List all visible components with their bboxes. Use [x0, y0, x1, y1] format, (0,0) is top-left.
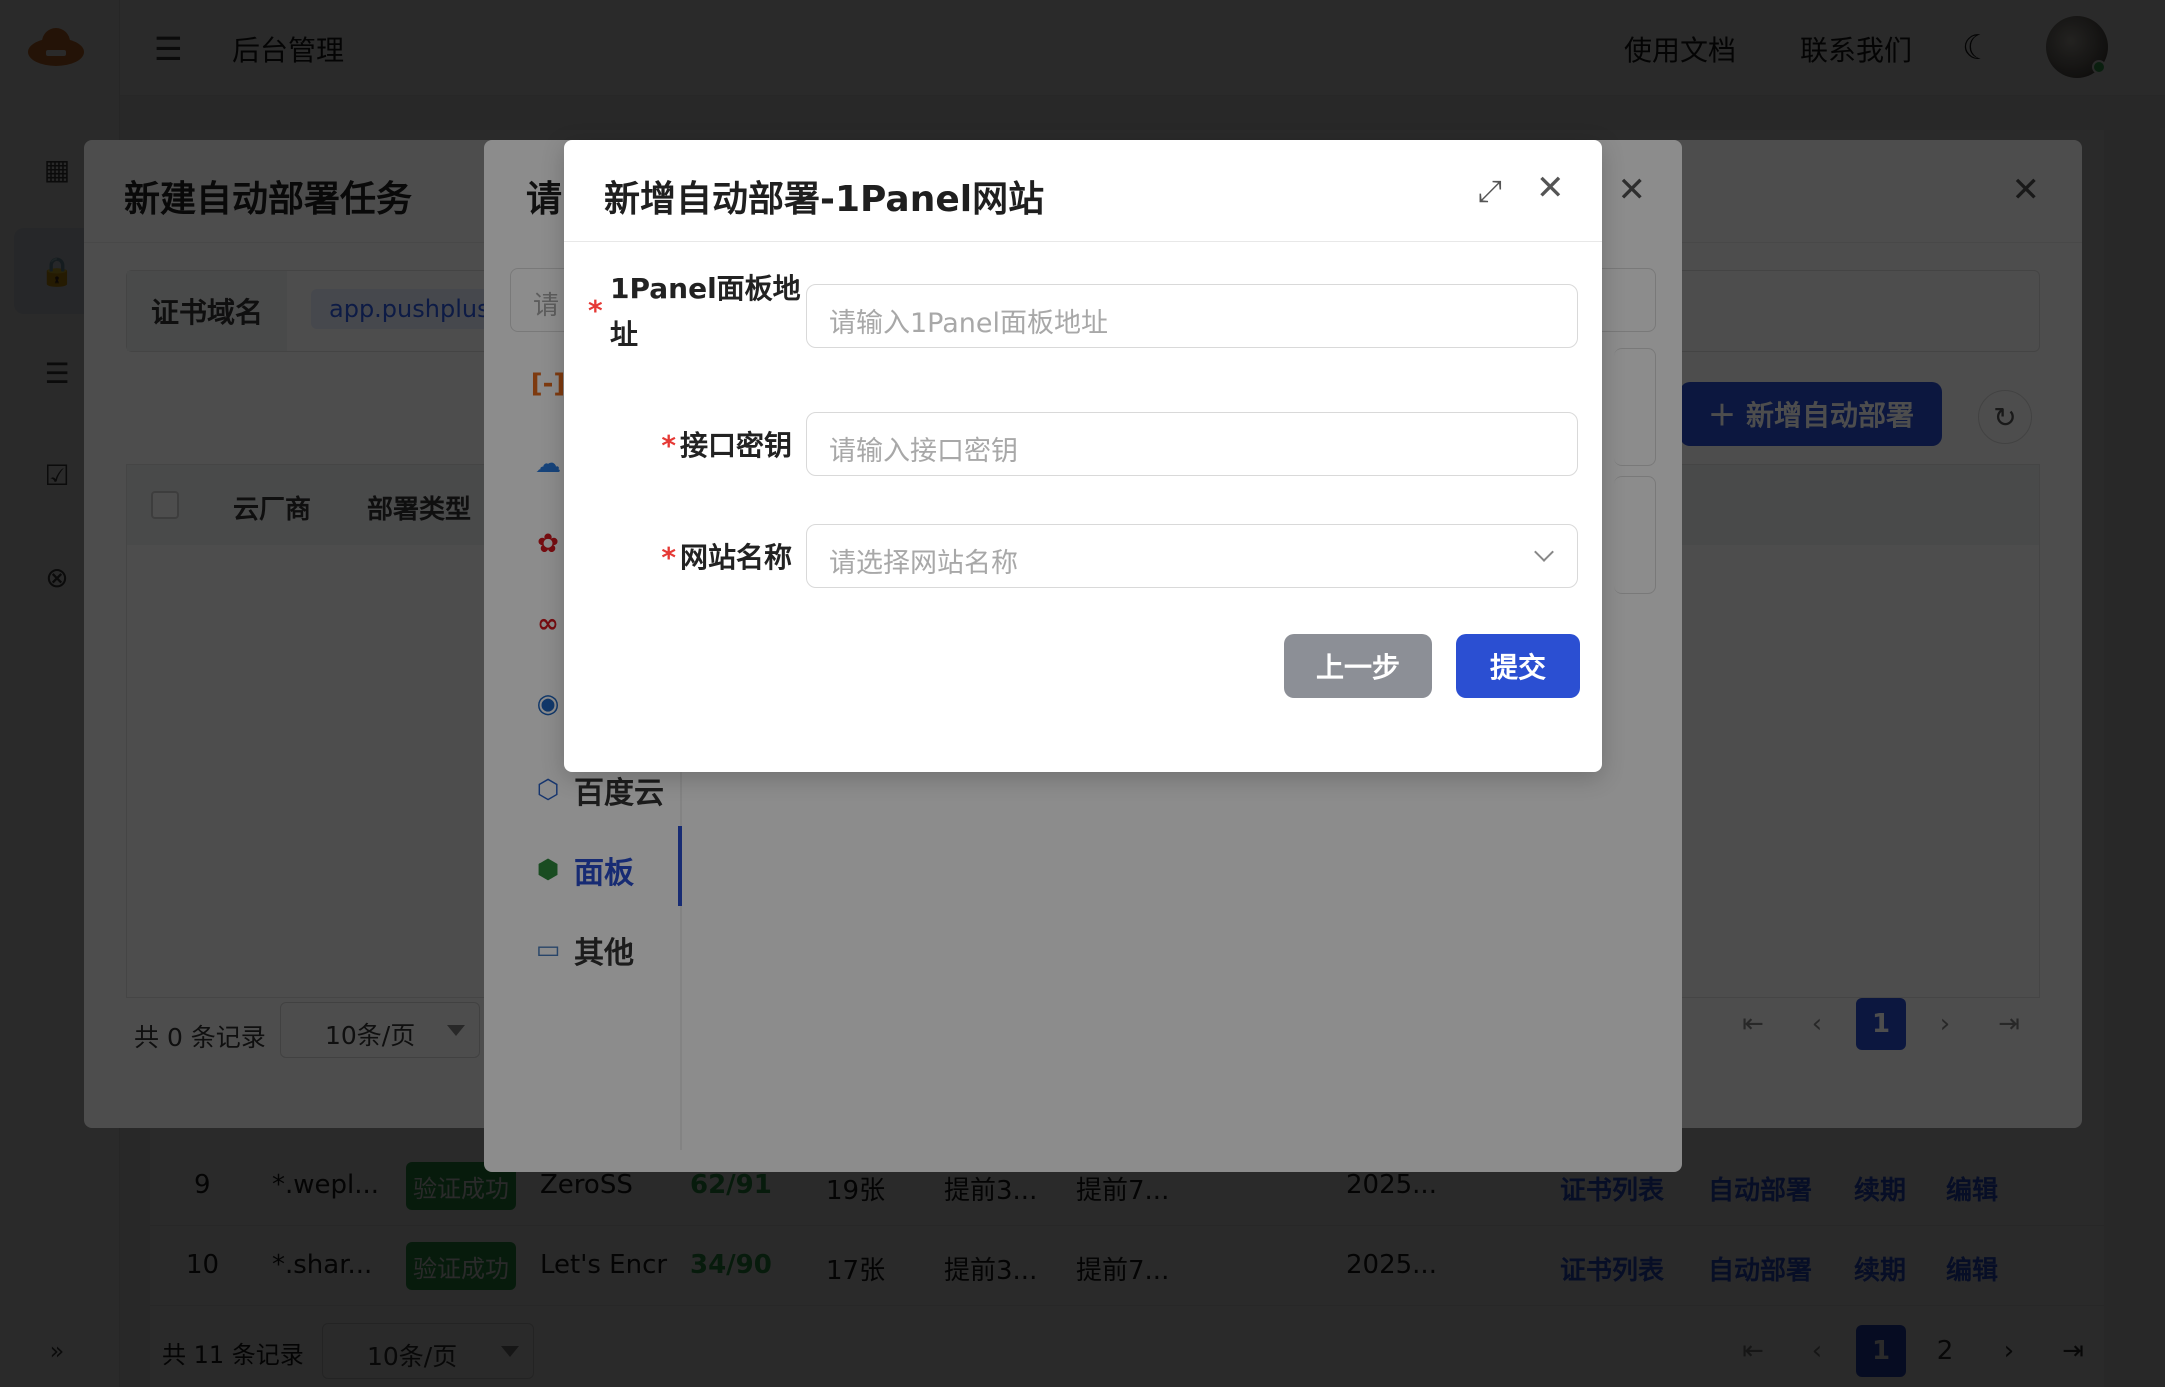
panel-url-label: * 1Panel面板地 址 [588, 272, 801, 351]
site-name-select[interactable]: 请选择网站名称 [806, 524, 1578, 588]
submit-button[interactable]: 提交 [1456, 634, 1580, 698]
site-name-label: * 网站名称 [661, 541, 792, 574]
dialog-header: 新增自动部署-1Panel网站 ⤢ ✕ [564, 140, 1602, 242]
api-key-input[interactable]: 请输入接口密钥 [806, 412, 1578, 476]
fullscreen-icon[interactable]: ⤢ [1478, 174, 1502, 209]
add-1panel-deploy-dialog: 新增自动部署-1Panel网站 ⤢ ✕ * 1Panel面板地 址 请输入1Pa… [564, 140, 1602, 772]
panel-url-input[interactable]: 请输入1Panel面板地址 [806, 284, 1578, 348]
prev-step-button[interactable]: 上一步 [1284, 634, 1432, 698]
close-icon[interactable]: ✕ [1536, 168, 1565, 208]
chevron-down-icon [1534, 542, 1554, 562]
api-key-label: * 接口密钥 [661, 429, 792, 462]
dialog-title: 新增自动部署-1Panel网站 [604, 179, 1045, 220]
